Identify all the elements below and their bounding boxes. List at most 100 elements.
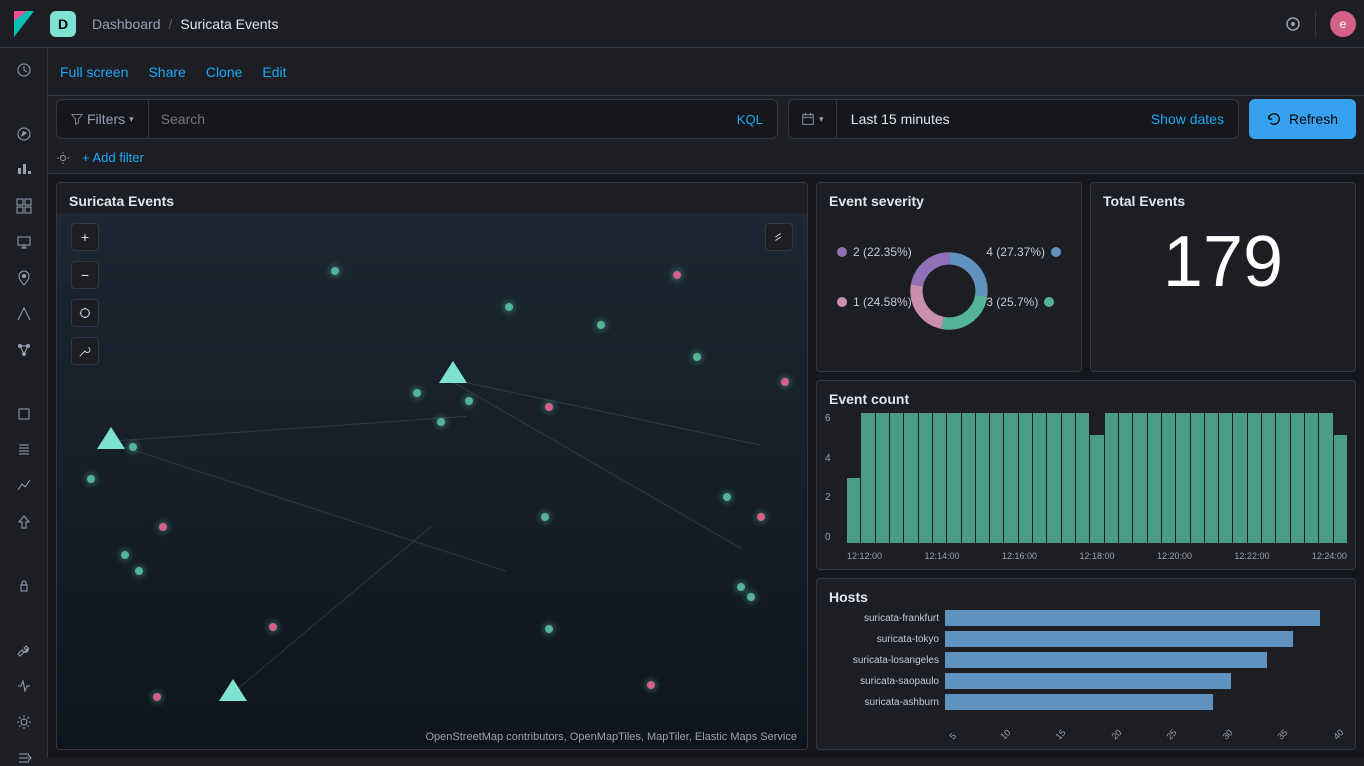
breadcrumb-root[interactable]: Dashboard <box>92 16 161 32</box>
maps-icon[interactable] <box>16 270 32 286</box>
bar <box>904 413 917 543</box>
bar <box>847 478 860 543</box>
clone-link[interactable]: Clone <box>206 64 243 80</box>
add-filter-button[interactable]: + Add filter <box>82 150 144 165</box>
host-label: suricata-saopaulo <box>825 676 945 687</box>
ml-icon[interactable] <box>16 306 32 322</box>
bar <box>861 413 874 543</box>
host-bar-row: suricata-saopaulo <box>825 672 1347 690</box>
event-count-panel: Event count 6 4 2 0 12:12:00 12:14:00 12… <box>816 380 1356 570</box>
recently-viewed-icon[interactable] <box>16 62 32 78</box>
map-attribution: OpenStreetMap contributors, OpenMapTiles… <box>425 731 797 743</box>
map-controls: + − <box>71 223 99 365</box>
host-bar-row: suricata-frankfurt <box>825 609 1347 627</box>
host-bar <box>945 673 1231 689</box>
canvas-icon[interactable] <box>16 234 32 250</box>
dashboard-icon[interactable] <box>16 198 32 214</box>
filter-bar: + Add filter <box>48 142 1364 174</box>
total-events-value: 179 <box>1103 221 1343 303</box>
severity-panel: Event severity 2 (22.35%) 1 (24.58%) 4 (… <box>816 182 1082 372</box>
app-header: D Dashboard / Suricata Events e <box>0 0 1364 48</box>
discover-icon[interactable] <box>16 126 32 142</box>
severity-legend-right: 4 (27.37%) 3 (25.7%) <box>986 183 1061 371</box>
kibana-logo <box>8 8 40 40</box>
filters-label: Filters <box>87 111 125 127</box>
zoom-out-button[interactable]: − <box>71 261 99 289</box>
bar <box>1276 413 1289 543</box>
bar <box>1076 413 1089 543</box>
chevron-down-icon: ▾ <box>129 114 134 125</box>
bar <box>1162 413 1175 543</box>
bar <box>1334 435 1347 543</box>
host-label: suricata-ashburn <box>825 697 945 708</box>
full-screen-link[interactable]: Full screen <box>60 64 128 80</box>
management-icon[interactable] <box>16 714 32 730</box>
show-dates-link[interactable]: Show dates <box>1137 111 1238 127</box>
refresh-icon <box>1267 112 1281 126</box>
bar <box>1133 413 1146 543</box>
bar <box>933 413 946 543</box>
x-axis-labels: 12:12:00 12:14:00 12:16:00 12:18:00 12:2… <box>847 551 1347 561</box>
map-canvas[interactable] <box>57 213 807 749</box>
host-bar <box>945 652 1267 668</box>
refresh-label: Refresh <box>1289 111 1338 127</box>
host-label: suricata-losangeles <box>825 655 945 666</box>
bar <box>1119 413 1132 543</box>
bar <box>1062 413 1075 543</box>
collapse-nav-icon[interactable] <box>16 750 32 766</box>
bar <box>990 413 1003 543</box>
apm-icon[interactable] <box>16 478 32 494</box>
panel-title: Total Events <box>1103 193 1343 209</box>
stack-monitoring-icon[interactable] <box>16 678 32 694</box>
share-link[interactable]: Share <box>148 64 185 80</box>
dashboard-toolbar: Full screen Share Clone Edit <box>48 48 1364 96</box>
map-panel: Suricata Events <box>56 182 808 750</box>
bar <box>1176 413 1189 543</box>
panel-title: Hosts <box>829 589 1343 605</box>
filter-icon <box>71 113 83 125</box>
metrics-icon[interactable] <box>16 406 32 422</box>
bar <box>1205 413 1218 543</box>
user-avatar[interactable]: e <box>1330 11 1356 37</box>
fit-to-bounds-button[interactable] <box>71 299 99 327</box>
edit-link[interactable]: Edit <box>262 64 286 80</box>
bar <box>1148 413 1161 543</box>
space-selector[interactable]: D <box>50 11 76 37</box>
logs-icon[interactable] <box>16 442 32 458</box>
date-range-display[interactable]: Last 15 minutes <box>837 111 1137 127</box>
newsfeed-icon[interactable] <box>1285 16 1301 32</box>
host-bar <box>945 631 1293 647</box>
visualize-icon[interactable] <box>16 162 32 178</box>
calendar-icon <box>801 112 815 126</box>
hosts-panel: Hosts suricata-frankfurt suricata-tokyo su… <box>816 578 1356 750</box>
kql-toggle[interactable]: KQL <box>723 112 777 127</box>
graph-icon[interactable] <box>16 342 32 358</box>
host-label: suricata-frankfurt <box>825 613 945 624</box>
bar <box>1305 413 1318 543</box>
search-input[interactable] <box>149 111 723 127</box>
chevron-down-icon: ▾ <box>819 114 824 125</box>
bar <box>947 413 960 543</box>
search-box: Filters ▾ KQL <box>56 99 778 139</box>
calendar-button[interactable]: ▾ <box>789 100 837 138</box>
refresh-button[interactable]: Refresh <box>1249 99 1356 139</box>
filter-settings-icon[interactable] <box>56 151 70 165</box>
breadcrumb-current: Suricata Events <box>180 16 278 32</box>
uptime-icon[interactable] <box>16 514 32 530</box>
bars-container <box>847 413 1347 543</box>
bar <box>876 413 889 543</box>
bar <box>890 413 903 543</box>
y-axis-labels: 6 4 2 0 <box>825 413 831 543</box>
tools-button[interactable] <box>71 337 99 365</box>
legend-item: 3 (25.7%) <box>986 295 1061 309</box>
layers-toggle-button[interactable] <box>765 223 793 251</box>
zoom-in-button[interactable]: + <box>71 223 99 251</box>
filters-toggle[interactable]: Filters ▾ <box>57 100 149 138</box>
bar <box>1047 413 1060 543</box>
date-picker: ▾ Last 15 minutes Show dates <box>788 99 1239 139</box>
siem-icon[interactable] <box>16 578 32 594</box>
dev-tools-icon[interactable] <box>16 642 32 658</box>
header-divider <box>1315 12 1316 36</box>
host-label: suricata-tokyo <box>825 634 945 645</box>
total-events-panel: Total Events 179 <box>1090 182 1356 372</box>
